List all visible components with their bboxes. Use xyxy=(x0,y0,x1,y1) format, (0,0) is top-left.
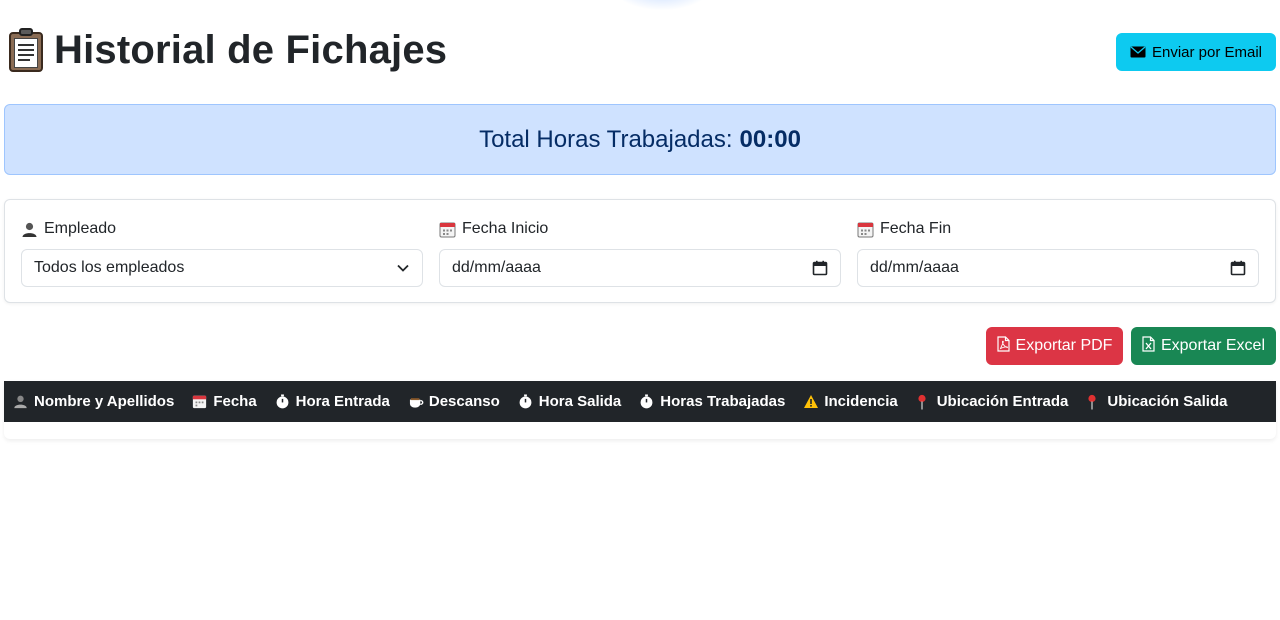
column-header-label: Hora Salida xyxy=(538,393,622,410)
export-excel-label: Exportar Excel xyxy=(1160,337,1266,354)
column-header-label: Descanso xyxy=(428,393,500,410)
chevron-down-icon xyxy=(396,263,410,273)
pin-icon xyxy=(1086,394,1101,410)
end-date-label-row: Fecha Fin xyxy=(857,219,1259,239)
calendar-icon xyxy=(857,221,874,238)
header: Historial de Fichajes Enviar por Email xyxy=(0,0,1280,100)
stopwatch-icon xyxy=(639,394,654,409)
user-icon xyxy=(13,394,28,409)
column-header-label: Fecha xyxy=(213,393,257,410)
stopwatch-icon xyxy=(518,394,533,409)
column-header-label: Horas Trabajadas xyxy=(660,393,786,410)
total-hours-label: Total Horas Trabajadas: xyxy=(479,125,733,153)
start-date-placeholder: dd/mm/aaaa xyxy=(452,259,541,276)
warning-icon xyxy=(803,394,819,409)
calendar-icon xyxy=(439,221,456,238)
total-hours-value: 00:00 xyxy=(739,125,801,153)
employee-select[interactable]: Todos los empleados xyxy=(21,249,423,287)
column-header-exit-location[interactable]: Ubicación Salida xyxy=(1077,381,1236,422)
title-wrap: Historial de Fichajes xyxy=(8,26,447,74)
page: Historial de Fichajes Enviar por Email T… xyxy=(0,0,1280,620)
file-excel-icon xyxy=(1142,335,1155,357)
end-date-label: Fecha Fin xyxy=(880,220,952,237)
calendar-picker-icon[interactable] xyxy=(812,260,828,276)
total-hours-summary: Total Horas Trabajadas: 00:00 xyxy=(4,104,1276,175)
table-header: Nombre y Apellidos Fecha Hora Entrada De… xyxy=(4,381,1276,422)
column-header-incident[interactable]: Incidencia xyxy=(794,381,906,422)
export-pdf-label: Exportar PDF xyxy=(1015,337,1113,354)
column-header-entry-location[interactable]: Ubicación Entrada xyxy=(907,381,1078,422)
column-header-label: Ubicación Entrada xyxy=(936,393,1069,410)
column-header-label: Incidencia xyxy=(824,393,898,410)
column-header-hours-worked[interactable]: Horas Trabajadas xyxy=(630,381,794,422)
filters-card: Empleado Todos los empleados Fecha Inici… xyxy=(4,199,1276,303)
records-table: Nombre y Apellidos Fecha Hora Entrada De… xyxy=(4,381,1276,439)
column-header-name[interactable]: Nombre y Apellidos xyxy=(4,381,183,422)
export-excel-button[interactable]: Exportar Excel xyxy=(1131,327,1276,365)
column-header-label: Hora Entrada xyxy=(295,393,390,410)
column-header-exit-time[interactable]: Hora Salida xyxy=(509,381,631,422)
pin-icon xyxy=(916,394,931,410)
employee-label: Empleado xyxy=(44,220,117,237)
start-date-label-row: Fecha Inicio xyxy=(439,219,841,239)
end-date-filter: Fecha Fin dd/mm/aaaa xyxy=(857,219,1259,287)
employee-label-row: Empleado xyxy=(21,219,423,239)
employee-selected-value: Todos los empleados xyxy=(34,259,185,276)
file-pdf-icon xyxy=(996,335,1010,357)
employee-filter: Empleado Todos los empleados xyxy=(21,219,423,287)
column-header-entry-time[interactable]: Hora Entrada xyxy=(266,381,399,422)
start-date-input[interactable]: dd/mm/aaaa xyxy=(439,249,841,287)
stopwatch-icon xyxy=(275,394,290,409)
column-header-date[interactable]: Fecha xyxy=(183,381,265,422)
start-date-label: Fecha Inicio xyxy=(462,220,549,237)
calendar-picker-icon[interactable] xyxy=(1230,260,1246,276)
send-email-label: Enviar por Email xyxy=(1151,43,1263,61)
envelope-icon xyxy=(1130,46,1146,58)
column-header-label: Nombre y Apellidos xyxy=(34,393,175,410)
end-date-input[interactable]: dd/mm/aaaa xyxy=(857,249,1259,287)
user-icon xyxy=(21,221,38,238)
export-pdf-button[interactable]: Exportar PDF xyxy=(986,327,1123,365)
send-email-button[interactable]: Enviar por Email xyxy=(1116,33,1276,71)
clipboard-icon xyxy=(8,28,44,72)
start-date-filter: Fecha Inicio dd/mm/aaaa xyxy=(439,219,841,287)
coffee-icon xyxy=(408,394,424,409)
column-header-break[interactable]: Descanso xyxy=(399,381,509,422)
column-header-label: Ubicación Salida xyxy=(1107,393,1228,410)
calendar-icon xyxy=(192,394,207,409)
page-title: Historial de Fichajes xyxy=(54,28,448,72)
end-date-placeholder: dd/mm/aaaa xyxy=(870,259,959,276)
